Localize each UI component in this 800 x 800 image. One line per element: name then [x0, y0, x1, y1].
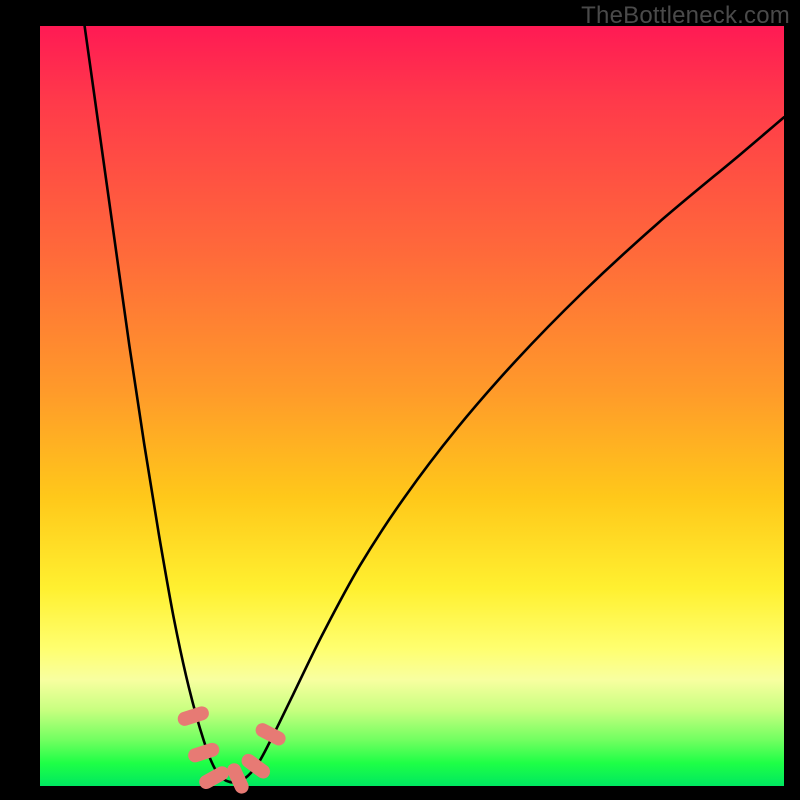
marker-f	[253, 721, 288, 748]
chart-svg	[40, 26, 784, 786]
chart-frame: TheBottleneck.com	[0, 0, 800, 800]
watermark-text: TheBottleneck.com	[581, 2, 790, 30]
marker-group	[176, 705, 288, 796]
bottleneck-curve	[85, 26, 784, 782]
